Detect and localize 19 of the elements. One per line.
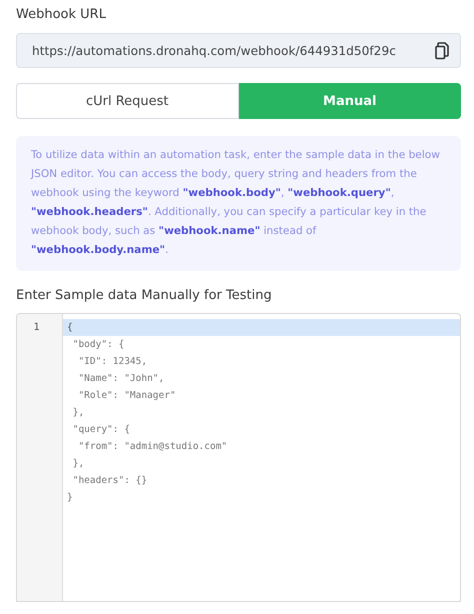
tab[interactable]: cUrl Request: [16, 83, 238, 119]
code-line: }: [66, 491, 74, 505]
code-line: "query": {: [72, 423, 131, 437]
code-line: },: [72, 406, 86, 420]
code-editor[interactable]: 1 { "body": { "ID": 12345, "Name": "John", "Role": "Manager" }, "query": { "from": "admin@studio.com" }, "headers": {} }: [16, 313, 461, 602]
code-line: "Name": "John",: [77, 372, 166, 386]
code-line: },: [72, 457, 86, 471]
code-line: "from": "admin@studio.com": [77, 440, 228, 454]
code-line: "headers": {}: [72, 474, 148, 488]
code-line: "Role": "Manager": [77, 389, 177, 403]
field-label: Webhook URL: [16, 6, 107, 24]
copy-icon[interactable]: [434, 42, 450, 60]
code-line: "body": {: [72, 338, 126, 352]
url-text: https://automations.dronahq.com/webhook/644931d50f29c: [32, 44, 397, 58]
code-line: "ID": 12345,: [77, 355, 148, 369]
url-field[interactable]: https://automations.dronahq.com/webhook/644931d50f29c: [16, 33, 461, 68]
line-number: 1: [32, 321, 41, 335]
editor-label: Enter Sample data Manually for Testing: [16, 287, 273, 305]
info-text: To utilize data within an automation task, enter the sample data in the below JSON editor. You can access the body, query string and headers from the webhook using the keyword "webhook.body", "webhook.query", "webhook.headers". Additionally, you can specify a particular key in the webhook body, such as "webhook.name" instead of "webhook.body.name".: [16, 136, 461, 271]
